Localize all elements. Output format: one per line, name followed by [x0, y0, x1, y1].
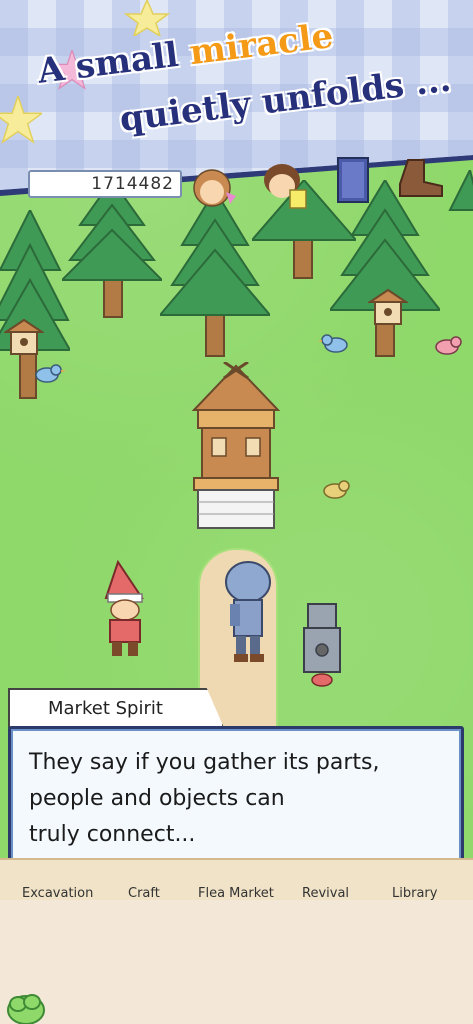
bush-icon	[7, 994, 45, 1024]
dialogue-line: They say if you gather its parts,	[29, 750, 380, 775]
robot-character[interactable]	[302, 602, 342, 688]
boot-icon[interactable]	[394, 156, 446, 202]
birdhouse	[368, 288, 408, 325]
nav-item-craft[interactable]: Craft	[128, 886, 160, 901]
lower-panel	[0, 900, 473, 1024]
speaker-name: Market Spirit	[48, 698, 163, 719]
boy-portrait-icon[interactable]	[258, 160, 310, 210]
nav-item-revival[interactable]: Revival	[302, 886, 349, 901]
player-character[interactable]	[220, 560, 276, 666]
nav-item-library[interactable]: Library	[392, 886, 437, 901]
girl-portrait-icon[interactable]	[190, 166, 238, 210]
shrine[interactable]	[188, 362, 284, 530]
dialogue-text: They say if you gather its parts, people…	[29, 745, 443, 853]
bird-icon	[435, 336, 462, 355]
dialogue-line: truly connect...	[29, 822, 196, 847]
bottom-navigation: Excavation Craft Flea Market Revival Lib…	[0, 858, 473, 902]
nav-item-excavation[interactable]: Excavation	[22, 886, 93, 901]
game-scene: A small miracle quietly unfolds ... 1714…	[0, 0, 473, 1024]
bird-icon	[323, 480, 350, 499]
nav-item-flea-market[interactable]: Flea Market	[198, 886, 274, 901]
book-icon[interactable]	[334, 156, 374, 206]
dialogue-line: people and objects can	[29, 786, 285, 811]
bird-icon	[318, 334, 348, 353]
speaker-name-tab: Market Spirit	[8, 688, 224, 728]
currency-counter: 1714482	[28, 170, 182, 198]
birdhouse	[4, 318, 44, 355]
headline-highlight: miracle	[187, 15, 336, 74]
bird-icon	[35, 364, 66, 383]
gnome-character[interactable]	[96, 560, 154, 660]
pine-tree	[62, 180, 162, 318]
